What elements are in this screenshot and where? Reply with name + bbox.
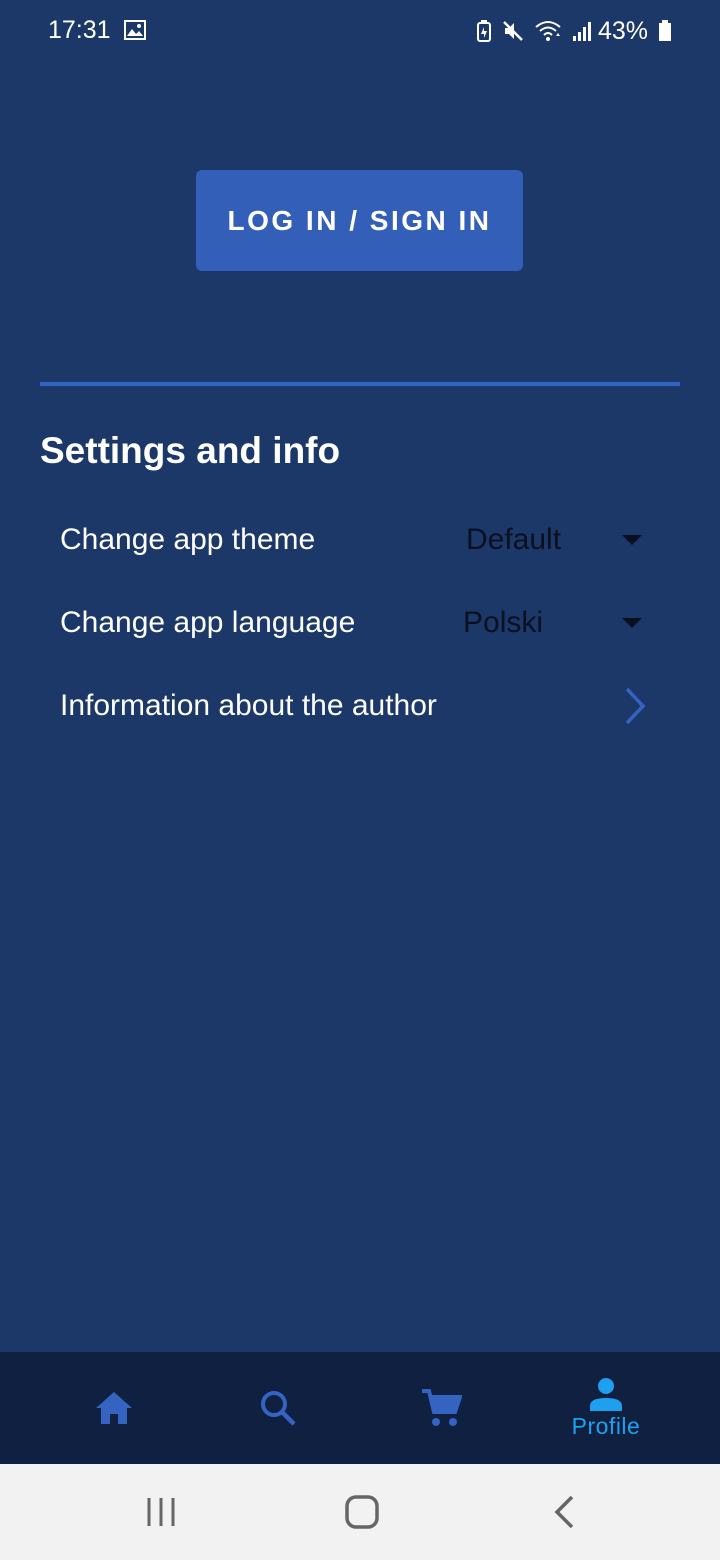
system-navigation-bar bbox=[0, 1464, 720, 1560]
recent-apps-button[interactable] bbox=[131, 1488, 191, 1536]
battery-icon bbox=[659, 20, 671, 41]
nav-item-profile[interactable]: Profile bbox=[546, 1352, 666, 1464]
mute-icon bbox=[503, 21, 523, 41]
theme-label: Change app theme bbox=[60, 523, 316, 556]
language-setting-row: Change app language Polski bbox=[40, 588, 660, 658]
author-info-label: Information about the author bbox=[60, 689, 437, 722]
back-button[interactable] bbox=[534, 1488, 594, 1536]
wifi-icon bbox=[535, 21, 561, 41]
theme-setting-row: Change app theme Default bbox=[40, 505, 660, 575]
back-icon bbox=[554, 1495, 574, 1529]
signal-icon bbox=[572, 22, 591, 41]
section-divider bbox=[40, 382, 680, 386]
login-button[interactable]: LOG IN / SIGN IN bbox=[196, 170, 523, 271]
status-time: 17:31 bbox=[48, 16, 111, 44]
language-dropdown[interactable]: Polski bbox=[463, 593, 656, 653]
profile-icon bbox=[590, 1377, 622, 1411]
theme-selected-value: Default bbox=[466, 523, 562, 556]
cart-icon bbox=[422, 1389, 462, 1426]
chevron-right-icon bbox=[625, 687, 646, 725]
status-bar: 17:31 43% bbox=[0, 0, 720, 60]
image-icon bbox=[124, 20, 146, 40]
battery-percent: 43% bbox=[597, 16, 648, 45]
language-selected-value: Polski bbox=[463, 606, 544, 639]
author-info-row[interactable]: Information about the author bbox=[40, 671, 660, 741]
nav-label-profile: Profile bbox=[571, 1412, 641, 1439]
recent-apps-icon bbox=[147, 1498, 175, 1526]
theme-dropdown[interactable]: Default bbox=[466, 510, 656, 570]
nav-item-search[interactable] bbox=[218, 1352, 338, 1464]
caret-down-icon bbox=[622, 618, 642, 628]
search-icon bbox=[261, 1391, 296, 1426]
status-icons: 43% bbox=[476, 16, 672, 46]
settings-title: Settings and info bbox=[40, 430, 341, 471]
battery-saver-icon bbox=[476, 20, 491, 42]
language-label: Change app language bbox=[60, 606, 356, 639]
home-circle-icon bbox=[345, 1495, 379, 1529]
nav-item-home[interactable] bbox=[54, 1352, 174, 1464]
bottom-navigation: Profile bbox=[0, 1352, 720, 1464]
home-icon bbox=[96, 1392, 132, 1424]
home-button[interactable] bbox=[332, 1488, 392, 1536]
nav-item-cart[interactable] bbox=[381, 1352, 501, 1464]
caret-down-icon bbox=[622, 535, 642, 545]
